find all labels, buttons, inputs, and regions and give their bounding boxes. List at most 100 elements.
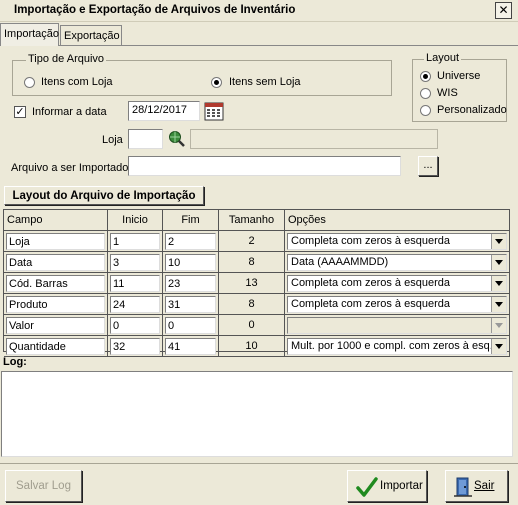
opcao-value: Mult. por 1000 e compl. com zeros à esq. — [291, 339, 493, 352]
tamanho-cell: 0 — [219, 315, 285, 336]
layout-arquivo-label: Layout do Arquivo de Importação — [12, 190, 196, 202]
search-globe-icon — [169, 131, 185, 147]
campo-cell: Produto — [6, 295, 105, 313]
chevron-down-icon[interactable] — [491, 296, 506, 312]
campo-cell: Data — [6, 253, 105, 271]
opcao-value: Data (AAAAMMDD) — [291, 255, 389, 268]
universe-label[interactable]: Universe — [437, 70, 480, 82]
loja-description — [190, 129, 438, 149]
chevron-down-icon[interactable] — [491, 338, 506, 354]
arquivo-label: Arquivo a ser Importado — [11, 162, 129, 174]
table-row: Produto 24 31 8 Completa com zeros à esq… — [4, 294, 510, 315]
inicio-input[interactable]: 0 — [110, 316, 160, 334]
campo-cell: Quantidade — [6, 337, 105, 355]
chevron-down-icon[interactable] — [491, 233, 506, 249]
importar-label: Importar — [380, 480, 423, 492]
loja-input[interactable] — [128, 129, 163, 149]
radio-personalizado[interactable] — [420, 105, 431, 116]
close-button[interactable]: ✕ — [495, 2, 512, 19]
itens-sem-loja-label[interactable]: Itens sem Loja — [229, 76, 301, 88]
inicio-input[interactable]: 11 — [110, 274, 160, 292]
calendar-icon — [204, 102, 224, 121]
tamanho-cell: 13 — [219, 273, 285, 294]
window-title: Importação e Exportação de Arquivos de I… — [14, 4, 296, 16]
header-inicio: Inicio — [108, 210, 163, 231]
radio-itens-sem-loja[interactable] — [211, 77, 222, 88]
arquivo-input[interactable] — [128, 156, 401, 176]
campo-cell: Cód. Barras — [6, 274, 105, 292]
fim-input[interactable]: 10 — [165, 253, 216, 271]
browse-button[interactable]: ... — [418, 156, 438, 176]
layout-arquivo-button[interactable]: Layout do Arquivo de Importação — [4, 186, 204, 205]
radio-itens-com-loja[interactable] — [24, 77, 35, 88]
loja-label: Loja — [102, 134, 123, 146]
opcao-value: Completa com zeros à esquerda — [291, 276, 450, 289]
table-row: Valor 0 0 0 — [4, 315, 510, 336]
browse-label: ... — [423, 159, 433, 171]
header-tamanho: Tamanho — [219, 210, 285, 231]
chevron-down-icon[interactable] — [491, 254, 506, 270]
radio-universe[interactable] — [420, 71, 431, 82]
opcao-select[interactable]: Completa com zeros à esquerda — [287, 274, 507, 292]
table-row: Loja 1 2 2 Completa com zeros à esquerda — [4, 231, 510, 252]
loja-search-button[interactable] — [168, 130, 186, 148]
layout-table: Campo Inicio Fim Tamanho Opções Loja 1 2… — [4, 210, 510, 357]
opcao-value: Completa com zeros à esquerda — [291, 234, 450, 247]
log-textarea[interactable] — [1, 371, 513, 457]
opcao-value: Completa com zeros à esquerda — [291, 297, 450, 310]
header-opcoes: Opções — [285, 210, 510, 231]
tab-strip-line — [0, 45, 518, 46]
opcao-select[interactable]: Mult. por 1000 e compl. com zeros à esq. — [287, 337, 507, 355]
tamanho-cell: 10 — [219, 336, 285, 357]
log-label: Log: — [3, 356, 27, 368]
check-icon: ✓ — [15, 106, 25, 118]
personalizado-label[interactable]: Personalizado — [437, 104, 507, 116]
checkmark-icon — [356, 477, 378, 497]
fim-input[interactable]: 31 — [165, 295, 216, 313]
inicio-input[interactable]: 1 — [110, 232, 160, 250]
calendar-button[interactable] — [204, 101, 224, 121]
opcao-select[interactable]: Completa com zeros à esquerda — [287, 295, 507, 313]
salvar-log-button[interactable]: Salvar Log — [5, 470, 82, 502]
salvar-log-label: Salvar Log — [16, 480, 71, 492]
table-row: Quantidade 32 41 10 Mult. por 1000 e com… — [4, 336, 510, 357]
header-fim: Fim — [163, 210, 219, 231]
informar-data-label[interactable]: Informar a data — [32, 106, 107, 118]
layout-legend: Layout — [424, 52, 462, 64]
tab-label: Exportação — [64, 30, 120, 42]
tamanho-cell: 2 — [219, 231, 285, 252]
fim-input[interactable]: 2 — [165, 232, 216, 250]
fim-input[interactable]: 0 — [165, 316, 216, 334]
wis-label[interactable]: WIS — [437, 87, 458, 99]
importar-button[interactable]: Importar — [347, 470, 427, 502]
inicio-input[interactable]: 32 — [110, 337, 160, 355]
layout-grid: Campo Inicio Fim Tamanho Opções Loja 1 2… — [3, 209, 510, 357]
informar-data-checkbox[interactable]: ✓ — [14, 106, 26, 118]
inicio-input[interactable]: 24 — [110, 295, 160, 313]
footer-divider — [0, 463, 518, 464]
tamanho-cell: 8 — [219, 252, 285, 273]
chevron-down-icon — [491, 317, 506, 333]
fim-input[interactable]: 41 — [165, 337, 216, 355]
sair-button[interactable]: Sair — [445, 470, 508, 502]
inicio-input[interactable]: 3 — [110, 253, 160, 271]
radio-wis[interactable] — [420, 88, 431, 99]
tab-importacao[interactable]: Importação — [0, 23, 59, 46]
chevron-down-icon[interactable] — [491, 275, 506, 291]
itens-com-loja-label[interactable]: Itens com Loja — [41, 76, 113, 88]
exit-door-icon — [454, 477, 472, 497]
tab-label: Importação — [4, 28, 60, 40]
opcao-select[interactable]: Data (AAAAMMDD) — [287, 253, 507, 271]
tamanho-cell: 8 — [219, 294, 285, 315]
sair-label: Sair — [474, 480, 495, 492]
date-field[interactable]: 28/12/2017 — [128, 101, 200, 121]
table-row: Cód. Barras 11 23 13 Completa com zeros … — [4, 273, 510, 294]
opcao-select — [287, 316, 507, 334]
fim-input[interactable]: 23 — [165, 274, 216, 292]
tipo-arquivo-legend: Tipo de Arquivo — [26, 53, 107, 65]
table-header-row: Campo Inicio Fim Tamanho Opções — [4, 210, 510, 231]
close-icon: ✕ — [498, 3, 509, 17]
opcao-select[interactable]: Completa com zeros à esquerda — [287, 232, 507, 250]
tab-exportacao[interactable]: Exportação — [60, 25, 122, 45]
campo-cell: Valor — [6, 316, 105, 334]
